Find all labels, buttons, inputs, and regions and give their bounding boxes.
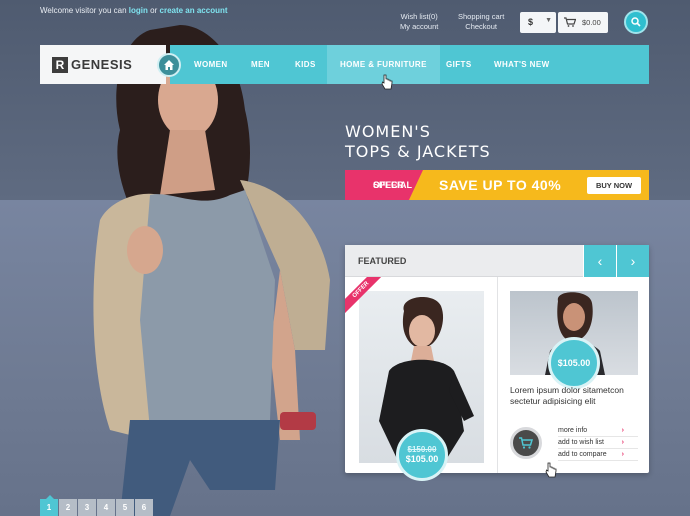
cart-icon (564, 17, 576, 27)
login-link[interactable]: login (129, 6, 148, 15)
nav-item-gifts[interactable]: GIFTS (446, 45, 472, 84)
page-5[interactable]: 5 (116, 499, 134, 516)
product-card-2[interactable]: $105.00 Lorem ipsum dolor sitametcon sec… (498, 277, 649, 473)
save-text: SAVE UP TO 40% (439, 177, 562, 193)
nav-item-women[interactable]: WOMEN (194, 45, 228, 84)
promo-banner: SPECIAL OFFER SAVE UP TO 40% BUY NOW (345, 170, 649, 200)
page-1[interactable]: 1 (40, 499, 58, 516)
hero-model-image (93, 25, 330, 516)
add-to-cart-button[interactable] (510, 427, 542, 459)
home-icon (164, 60, 174, 70)
nav-item-men[interactable]: MEN (251, 45, 270, 84)
offer-ribbon: OFFER (345, 277, 381, 313)
logo[interactable]: R GENESIS (40, 45, 166, 84)
nav-item-kids[interactable]: KIDS (295, 45, 316, 84)
product-2-price: $105.00 (557, 358, 591, 368)
more-info-label: more info (558, 427, 588, 434)
search-icon (631, 17, 641, 27)
shopping-cart-link[interactable]: Shopping cart (458, 12, 504, 22)
more-info-link[interactable]: more info › (558, 427, 638, 437)
page-6[interactable]: 6 (135, 499, 153, 516)
featured-next-button[interactable]: › (617, 245, 649, 277)
nav-item-whats-new[interactable]: WHAT'S NEW (494, 45, 550, 84)
main-navigation: WOMEN MEN KIDS HOME & FURNITURE GIFTS WH… (170, 45, 649, 84)
active-page-indicator (46, 495, 54, 499)
logo-text: GENESIS (71, 57, 133, 72)
home-button[interactable] (157, 53, 181, 77)
create-account-link[interactable]: create an account (160, 6, 228, 15)
cart-summary-button[interactable]: $0.00 (558, 12, 608, 33)
product-2-price-badge: $105.00 (548, 337, 600, 389)
search-button[interactable] (624, 10, 648, 34)
special-offer-tag: SPECIAL OFFER (345, 170, 423, 200)
add-to-compare-link[interactable]: add to compare › (558, 451, 638, 461)
add-to-wishlist-link[interactable]: add to wish list › (558, 439, 638, 449)
product-2-description: Lorem ipsum dolor sitametcon sectetur ad… (510, 385, 624, 406)
welcome-prefix: Welcome visitor you can (40, 6, 127, 15)
offer-ribbon-label: OFFER (345, 277, 381, 313)
chevron-right-icon: › (621, 439, 624, 446)
welcome-text: Welcome visitor you can login or create … (40, 6, 228, 15)
hand-cursor-icon (381, 74, 393, 90)
product-1-old-price: $150.00 (407, 445, 437, 454)
logo-mark: R (52, 57, 68, 73)
product-1-price: $105.00 (405, 454, 439, 464)
add-compare-label: add to compare (558, 451, 607, 458)
chevron-right-icon: › (621, 451, 624, 458)
featured-prev-button[interactable]: ‹ (584, 245, 616, 277)
chevron-right-icon: › (621, 427, 624, 434)
featured-panel: FEATURED ‹ › OFFER $150.00 $105.00 $105.… (345, 245, 649, 481)
my-account-link[interactable]: My account (400, 22, 438, 32)
currency-select[interactable]: $ ▼ (520, 12, 556, 33)
special-line2: OFFER (373, 180, 404, 190)
chevron-down-icon: ▼ (545, 17, 552, 24)
product-card-1[interactable]: OFFER $150.00 $105.00 (345, 277, 498, 481)
hero-title-line1: WOMEN'S (345, 122, 431, 141)
page-2[interactable]: 2 (59, 499, 77, 516)
hero-title: WOMEN'S TOPS & JACKETS (345, 122, 491, 162)
hand-cursor-icon (545, 462, 557, 478)
featured-header: FEATURED (345, 245, 583, 277)
cart-links: Shopping cart Checkout (458, 12, 504, 32)
product-1-price-badge: $150.00 $105.00 (396, 429, 448, 481)
add-wishlist-label: add to wish list (558, 439, 604, 446)
cart-amount: $0.00 (582, 18, 601, 27)
featured-title: FEATURED (358, 256, 407, 266)
currency-value: $ (528, 17, 534, 27)
checkout-link[interactable]: Checkout (458, 22, 504, 32)
account-links: Wish list(0) My account (400, 12, 438, 32)
page-4[interactable]: 4 (97, 499, 115, 516)
page-3[interactable]: 3 (78, 499, 96, 516)
wishlist-link[interactable]: Wish list(0) (400, 12, 438, 22)
cart-icon (519, 437, 533, 449)
welcome-or: or (150, 6, 158, 15)
buy-now-button[interactable]: BUY NOW (587, 177, 641, 194)
hero-title-line2: TOPS & JACKETS (345, 142, 491, 161)
